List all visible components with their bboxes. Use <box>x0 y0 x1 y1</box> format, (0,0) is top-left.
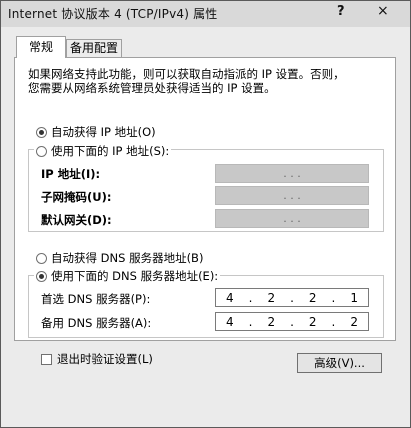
alternate-dns-label: 备用 DNS 服务器(A): <box>41 316 152 330</box>
alternate-dns-input[interactable]: 4 . 2 . 2 . 2 <box>215 312 369 331</box>
preferred-dns-label: 首选 DNS 服务器(P): <box>41 292 151 306</box>
validate-on-exit-label: 退出时验证设置(L) <box>57 352 153 366</box>
window-title: Internet 协议版本 4 (TCP/IPv4) 属性 <box>8 7 218 21</box>
manual-ip-option[interactable]: 使用下面的 IP 地址(S): <box>34 143 172 159</box>
octet: 2 <box>308 314 317 329</box>
validate-on-exit-option[interactable]: 退出时验证设置(L) <box>41 351 153 367</box>
tab-general[interactable]: 常规 <box>16 36 66 58</box>
intro-line-2: 您需要从网络系统管理员处获得适当的 IP 设置。 <box>28 81 276 95</box>
manual-dns-radio[interactable] <box>36 271 47 282</box>
close-icon[interactable]: × <box>377 3 389 19</box>
auto-dns-option[interactable]: 自动获得 DNS 服务器地址(B) <box>34 250 206 266</box>
octet-separator: . <box>248 314 253 329</box>
auto-ip-label: 自动获得 IP 地址(O) <box>51 125 156 139</box>
ip-address-input[interactable]: . . . <box>215 164 369 183</box>
intro-text: 如果网络支持此功能，则可以获取自动指派的 IP 设置。否则， 您需要从网络系统管… <box>28 67 378 95</box>
octet: 2 <box>308 290 317 305</box>
default-gateway-input[interactable]: . . . <box>215 209 369 228</box>
tcpip-properties-dialog: Internet 协议版本 4 (TCP/IPv4) 属性 ? × 常规 备用配… <box>0 0 411 428</box>
auto-ip-radio[interactable] <box>36 127 47 138</box>
validate-on-exit-checkbox[interactable] <box>41 354 52 365</box>
manual-ip-label: 使用下面的 IP 地址(S): <box>51 144 170 158</box>
subnet-mask-input[interactable]: . . . <box>215 186 369 205</box>
preferred-dns-input[interactable]: 4 . 2 . 2 . 1 <box>215 288 369 307</box>
octet-separator: . <box>290 314 294 329</box>
manual-dns-option[interactable]: 使用下面的 DNS 服务器地址(E): <box>34 268 221 284</box>
octet: 4 <box>226 290 234 305</box>
octet: 1 <box>350 290 358 305</box>
intro-line-1: 如果网络支持此功能，则可以获取自动指派的 IP 设置。否则， <box>28 67 345 81</box>
help-icon[interactable]: ? <box>337 4 345 19</box>
subnet-mask-label: 子网掩码(U): <box>41 190 112 204</box>
auto-dns-radio[interactable] <box>36 253 47 264</box>
tab-alternate-config[interactable]: 备用配置 <box>66 39 122 58</box>
octet: 2 <box>267 314 276 329</box>
octet-separator: . <box>248 290 253 305</box>
octet: 4 <box>226 314 234 329</box>
auto-ip-option[interactable]: 自动获得 IP 地址(O) <box>34 124 158 140</box>
default-gateway-label: 默认网关(D): <box>41 213 112 227</box>
manual-dns-label: 使用下面的 DNS 服务器地址(E): <box>51 269 219 283</box>
manual-ip-radio[interactable] <box>36 146 47 157</box>
octet: 2 <box>350 314 358 329</box>
advanced-button[interactable]: 高级(V)... <box>297 353 382 373</box>
auto-dns-label: 自动获得 DNS 服务器地址(B) <box>51 251 204 265</box>
title-bar: Internet 协议版本 4 (TCP/IPv4) 属性 ? × <box>1 1 410 27</box>
octet-separator: . <box>290 290 294 305</box>
ip-address-label: IP 地址(I): <box>41 167 101 181</box>
octet-separator: . <box>331 314 336 329</box>
octet-separator: . <box>331 290 336 305</box>
octet: 2 <box>267 290 276 305</box>
